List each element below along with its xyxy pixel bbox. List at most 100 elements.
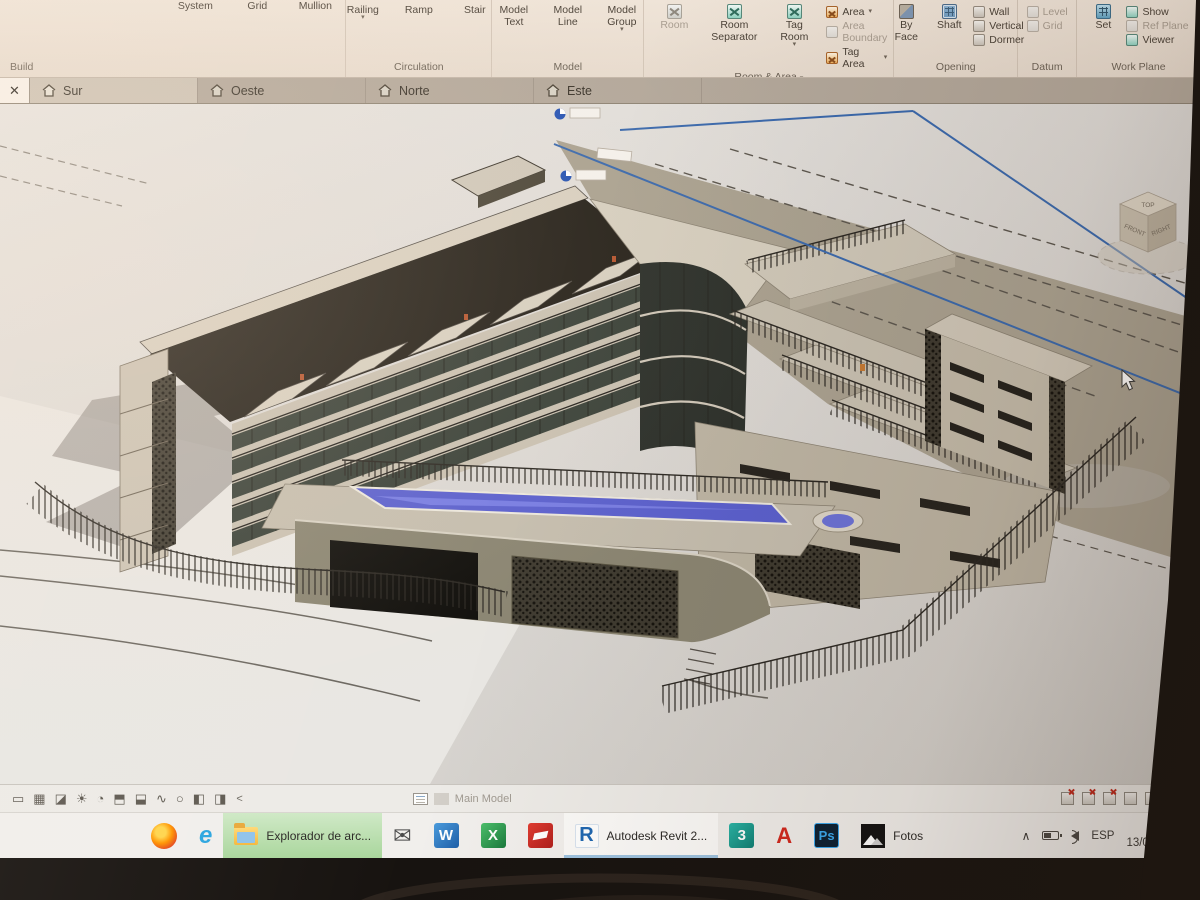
tray-chevron-icon[interactable]: ∧ — [1022, 829, 1031, 843]
visual-style-icon[interactable]: ◪ — [55, 791, 67, 807]
curtain-grid-button[interactable]: Curtain Grid — [233, 0, 281, 14]
dormer-button[interactable]: Dormer — [973, 34, 1024, 46]
tab-sur[interactable]: Sur — [30, 78, 198, 103]
revit-3d-view[interactable]: TOP FRONT RIGHT — [0, 104, 1200, 784]
taskbar-3dsmax[interactable]: 3 — [718, 813, 765, 858]
house-icon — [42, 84, 56, 97]
battery-icon[interactable] — [1042, 831, 1059, 840]
by-face-icon — [899, 4, 914, 19]
ramp-button[interactable]: Ramp — [395, 2, 443, 18]
photoshop-icon: Ps — [814, 823, 839, 848]
by-face-button[interactable]: By Face — [887, 2, 925, 45]
3dsmax-icon: 3 — [729, 823, 754, 848]
scale-icon[interactable]: ▭ — [12, 791, 24, 807]
autocad-icon: A — [776, 823, 792, 849]
temporary-hide-icon[interactable]: ∿ — [156, 791, 167, 807]
chevron-down-icon: ▾ — [884, 56, 888, 60]
building-model-drawing: TOP FRONT RIGHT — [0, 104, 1200, 784]
button-label: Set — [1090, 19, 1116, 31]
chevron-down-icon: ▾ — [361, 16, 365, 20]
crop-view-icon[interactable]: ⬒ — [113, 791, 125, 807]
chevron-down-icon: ▾ — [793, 43, 797, 47]
lattice-screen — [512, 556, 678, 638]
select-underlay-toggle[interactable] — [1082, 792, 1095, 805]
panel-label-room-area[interactable]: Room & Area ▾ — [644, 70, 893, 78]
panel-label-circulation[interactable]: Circulation — [346, 60, 491, 77]
room-button[interactable]: Room — [650, 2, 698, 33]
reveal-hidden-icon[interactable]: ○ — [176, 791, 184, 806]
vertical-opening-button[interactable]: Vertical — [973, 20, 1023, 32]
workset-control[interactable]: Main Model — [413, 793, 512, 805]
filter-icon: ▽ — [1166, 792, 1174, 805]
taskbar-autocad[interactable]: A — [765, 813, 803, 858]
mail-icon: ✉ — [393, 825, 411, 847]
curtain-system-button[interactable]: Curtain System — [167, 0, 223, 14]
mullion-button[interactable]: Mullion — [291, 0, 339, 14]
analytical-model-icon[interactable]: ◧ — [193, 791, 205, 807]
selection-filter[interactable]: ▽ :0 — [1166, 792, 1186, 805]
taskbar-file-explorer[interactable]: Explorador de arc... — [223, 813, 382, 858]
taskbar-fotos[interactable]: Fotos — [850, 813, 934, 858]
panel-label-build[interactable]: Build — [0, 60, 345, 77]
panel-label-model[interactable]: Model — [492, 60, 643, 77]
model-line-button[interactable]: Model Line — [544, 2, 592, 30]
crop-region-icon[interactable]: ⬓ — [135, 791, 147, 807]
clock[interactable]: 18:07 13/02/2020 — [1126, 821, 1184, 850]
room-separator-button[interactable]: Room Separator — [706, 2, 762, 45]
taskbar-internet-explorer[interactable]: e — [188, 813, 223, 858]
constraints-icon[interactable]: ◨ — [214, 791, 226, 807]
ribbon-panel-build: Curtain System Curtain Grid Mullion Buil… — [0, 0, 346, 77]
taskbar-photoshop[interactable]: Ps — [803, 813, 850, 858]
firefox-icon — [151, 823, 177, 849]
shaft-button[interactable]: Shaft — [931, 2, 967, 33]
grid-button[interactable]: Grid — [1027, 20, 1063, 32]
tab-este[interactable]: Este — [534, 78, 702, 103]
button-label: Area Boundary — [842, 20, 887, 44]
ref-plane-button[interactable]: Ref Plane — [1126, 20, 1188, 32]
taskbar-revit[interactable]: R Autodesk Revit 2... — [564, 813, 719, 858]
shadows-icon[interactable]: ◔ — [97, 791, 105, 806]
button-label: Tag Room — [772, 19, 816, 43]
taskbar-mail[interactable]: ✉ — [382, 813, 422, 858]
select-pinned-toggle[interactable] — [1103, 792, 1116, 805]
model-group-button[interactable]: Model Group▾ — [598, 2, 646, 34]
select-by-face-toggle[interactable] — [1124, 792, 1137, 805]
viewcube[interactable]: TOP FRONT RIGHT — [1098, 192, 1198, 274]
select-links-toggle[interactable] — [1061, 792, 1074, 805]
tag-room-button[interactable]: Tag Room▾ — [770, 2, 818, 49]
button-label: Ramp — [397, 4, 441, 16]
tab-oeste[interactable]: Oeste — [198, 78, 366, 103]
selection-count: :0 — [1177, 793, 1186, 805]
tag-area-button[interactable]: Tag Area▾ — [826, 46, 887, 70]
viewcube-top-face[interactable]: TOP — [1141, 202, 1154, 209]
view-control-bar[interactable]: ▭ ▦ ◪ ☀ ◔ ⬒ ⬓ ∿ ○ ◧ ◨ — [0, 791, 226, 807]
speaker-icon[interactable] — [1071, 831, 1079, 841]
taskbar-sketchup[interactable] — [517, 813, 564, 858]
show-button[interactable]: Show — [1126, 6, 1168, 18]
tab-norte[interactable]: Norte — [366, 78, 534, 103]
panel-label-datum[interactable]: Datum — [1018, 60, 1076, 77]
chevron-down-icon: ▾ — [620, 28, 624, 32]
button-label: Model Group — [600, 4, 644, 28]
viewer-button[interactable]: Viewer — [1126, 34, 1174, 46]
close-view-button[interactable]: ✕ — [0, 78, 30, 103]
language-indicator[interactable]: ESP — [1091, 830, 1114, 842]
sun-path-icon[interactable]: ☀ — [76, 791, 88, 807]
panel-label-work-plane[interactable]: Work Plane — [1077, 60, 1200, 77]
railing-button[interactable]: Railing▾ — [339, 2, 387, 22]
panel-label-opening[interactable]: Opening — [894, 60, 1017, 77]
detail-level-icon[interactable]: ▦ — [33, 791, 45, 807]
wall-opening-button[interactable]: Wall — [973, 6, 1009, 18]
taskbar-firefox[interactable] — [140, 813, 188, 858]
area-boundary-button[interactable]: Area Boundary — [826, 20, 887, 44]
area-button[interactable]: Area▾ — [826, 6, 872, 18]
drag-on-selection-toggle[interactable] — [1145, 792, 1158, 805]
model-text-button[interactable]: Model Text — [490, 2, 538, 30]
level-button[interactable]: Level — [1027, 6, 1068, 18]
taskbar-word[interactable]: W — [423, 813, 470, 858]
taskbar-excel[interactable]: X — [470, 813, 517, 858]
vertical-opening-icon — [973, 20, 985, 32]
collapse-icon[interactable]: < — [236, 793, 242, 805]
set-button[interactable]: Set — [1088, 2, 1118, 33]
area-boundary-icon — [826, 26, 838, 38]
